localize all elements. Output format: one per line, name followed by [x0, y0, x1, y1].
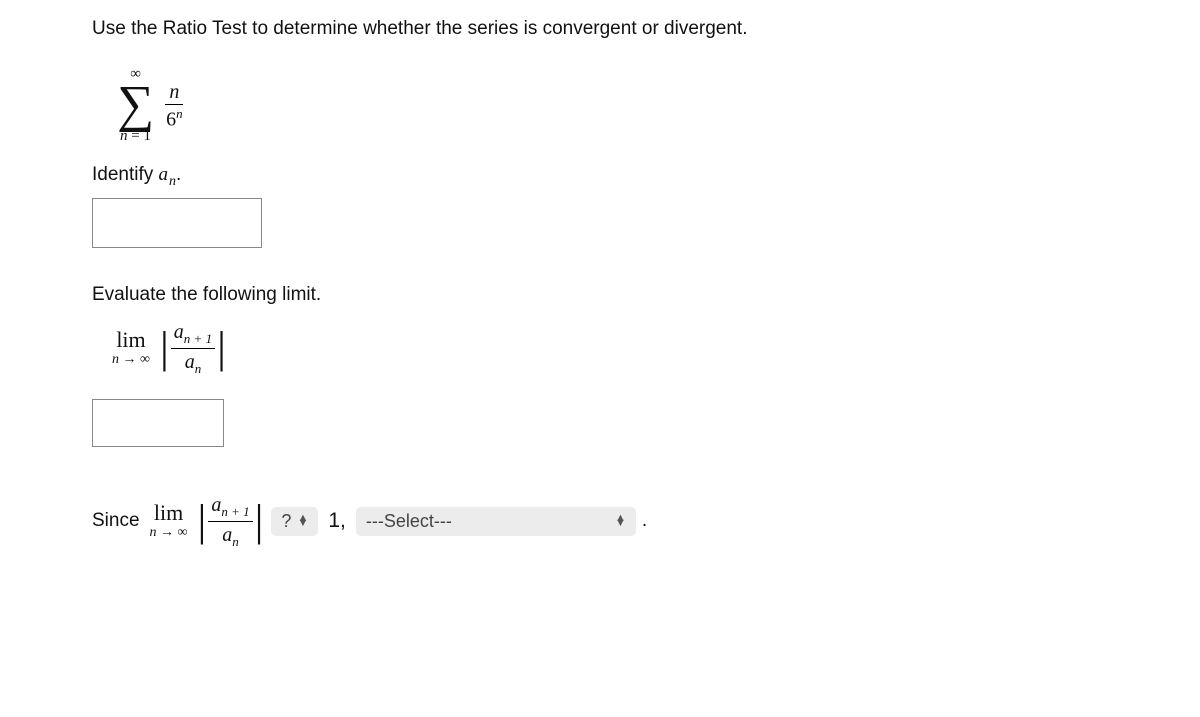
comparison-value: ?: [281, 511, 291, 532]
series-denominator: 6n: [162, 105, 187, 130]
abs-bar-right: |: [215, 333, 228, 364]
since-label: Since: [92, 510, 140, 532]
conclusion-select[interactable]: ---Select--- ▲▼: [356, 507, 636, 536]
question-prompt: Use the Ratio Test to determine whether …: [92, 18, 1200, 40]
sigma-symbol: ∑: [117, 82, 154, 129]
chevron-updown-icon: ▲▼: [297, 516, 308, 527]
limit-answer-input[interactable]: [92, 399, 224, 447]
comparison-dropdown[interactable]: ? ▲▼: [271, 507, 318, 536]
sigma-lower-bound: n = 1: [120, 129, 151, 144]
series-expression: ∞ ∑ n = 1 n 6n: [117, 67, 187, 144]
series-numerator: n: [165, 82, 183, 105]
one-label: 1,: [328, 509, 346, 533]
identify-an-input[interactable]: [92, 198, 262, 248]
lim-word: lim: [116, 328, 145, 352]
chevron-updown-icon: ▲▼: [615, 516, 626, 527]
ratio-denominator: an: [182, 349, 205, 375]
conclusion-limit-expression: lim n → ∞ | an + 1 an |: [150, 495, 266, 548]
evaluate-limit-heading: Evaluate the following limit.: [92, 284, 1200, 306]
limit-expression: lim n → ∞ | an + 1 an |: [112, 322, 228, 375]
ratio-numerator: an + 1: [171, 322, 215, 349]
conclusion-period: .: [642, 510, 647, 532]
identify-an-label: Identify an.: [92, 164, 1200, 190]
conclusion-select-value: ---Select---: [366, 511, 452, 532]
conclusion-row: Since lim n → ∞ | an + 1 an | ?: [92, 495, 1200, 548]
lim-under: n → ∞: [112, 352, 150, 367]
abs-bar-left: |: [158, 333, 171, 364]
